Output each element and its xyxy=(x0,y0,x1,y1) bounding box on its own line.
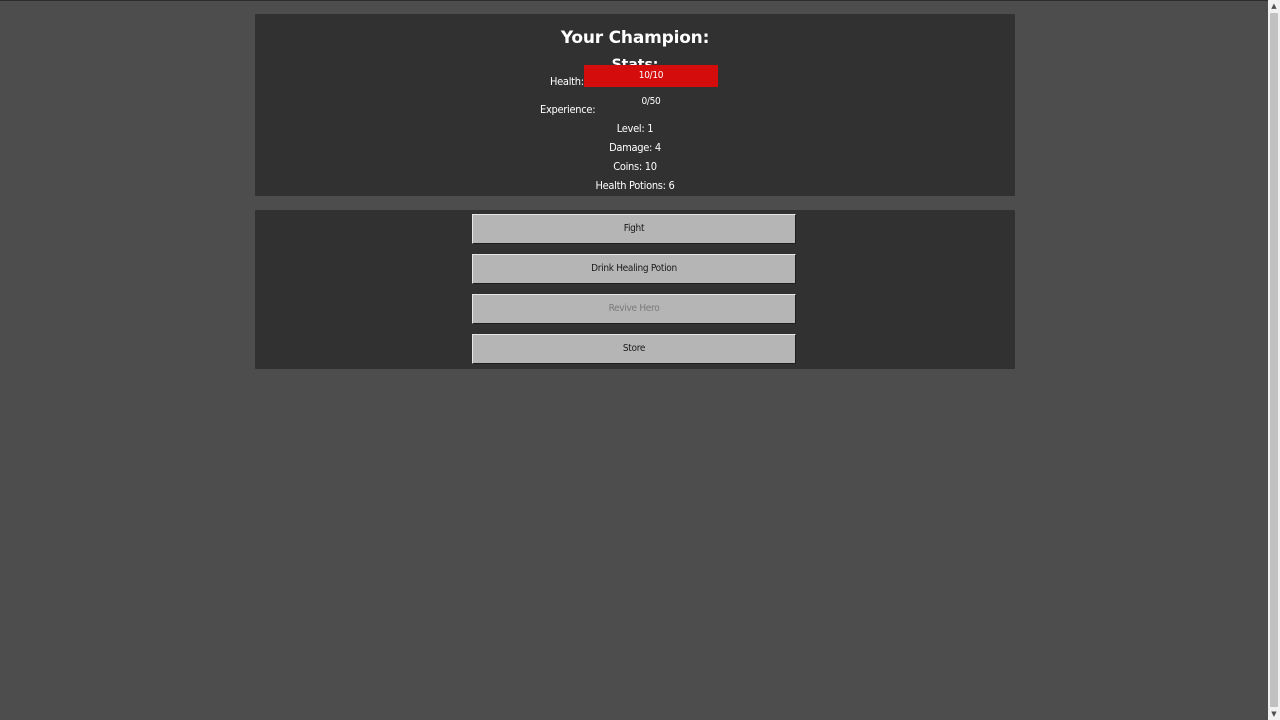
level-stat: Level: 1 xyxy=(616,122,654,135)
health-label: Health: xyxy=(550,75,584,88)
champion-title: Your Champion: xyxy=(560,28,710,48)
scrollbar-thumb[interactable] xyxy=(1270,13,1278,707)
scroll-down-arrow-icon[interactable]: ▼ xyxy=(1268,708,1280,720)
vertical-scrollbar[interactable]: ▲ ▼ xyxy=(1268,0,1280,720)
champion-stats-panel: Your Champion: Stats: Health: 10/10 Expe… xyxy=(255,14,1015,196)
health-potions-stat: Health Potions: 6 xyxy=(595,179,675,192)
actions-panel: Fight Drink Healing Potion Revive Hero S… xyxy=(255,210,1015,369)
experience-value: 0/50 xyxy=(641,96,661,107)
coins-stat: Coins: 10 xyxy=(613,160,657,173)
game-page: Your Champion: Stats: Health: 10/10 Expe… xyxy=(0,0,1268,720)
health-bar: 10/10 xyxy=(584,65,718,87)
experience-bar: 0/50 xyxy=(584,94,718,112)
drink-healing-potion-button[interactable]: Drink Healing Potion xyxy=(472,254,796,284)
store-button[interactable]: Store xyxy=(472,334,796,364)
revive-hero-button[interactable]: Revive Hero xyxy=(472,294,796,324)
damage-stat: Damage: 4 xyxy=(609,141,661,154)
fight-button[interactable]: Fight xyxy=(472,214,796,244)
scroll-up-arrow-icon[interactable]: ▲ xyxy=(1268,0,1280,12)
top-divider xyxy=(0,0,1268,1)
health-value: 10/10 xyxy=(638,70,664,81)
